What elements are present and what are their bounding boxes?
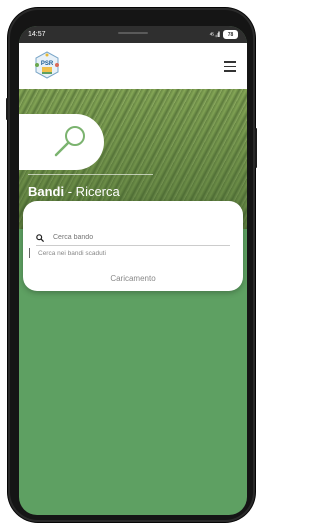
volume-button [6, 98, 8, 120]
status-time: 14:57 [28, 31, 46, 38]
app-header: PSR [19, 43, 247, 89]
search-field[interactable] [36, 230, 230, 246]
status-icons: ⁴⁵ ₊ıll 78 [209, 30, 238, 39]
magnifier-icon [54, 126, 85, 157]
expired-checkbox-label: Cerca nei bandi scaduti [38, 249, 106, 257]
hero-divider [28, 174, 153, 175]
loading-text: Caricamento [110, 274, 156, 283]
search-bubble [19, 114, 104, 170]
notch [118, 32, 148, 34]
psr-logo-icon: PSR [35, 51, 59, 79]
search-card: Cerca nei bandi scaduti Caricamento [23, 201, 243, 291]
signal-icon: ⁴⁵ ₊ıll [209, 31, 220, 39]
svg-text:PSR: PSR [41, 61, 54, 67]
screen: 14:57 ⁴⁵ ₊ıll 78 PSR Bandi - Ricerca Cer… [19, 26, 247, 515]
page-title: Bandi - Ricerca [28, 184, 120, 199]
search-input[interactable] [53, 234, 203, 241]
search-icon [36, 233, 44, 242]
battery-icon: 78 [223, 30, 238, 39]
expired-bandi-toggle[interactable]: Cerca nei bandi scaduti [29, 248, 106, 258]
power-button [255, 128, 257, 168]
status-bar: 14:57 ⁴⁵ ₊ıll 78 [19, 26, 247, 43]
menu-hamburger-icon[interactable] [224, 61, 236, 72]
checkbox[interactable] [29, 248, 32, 258]
